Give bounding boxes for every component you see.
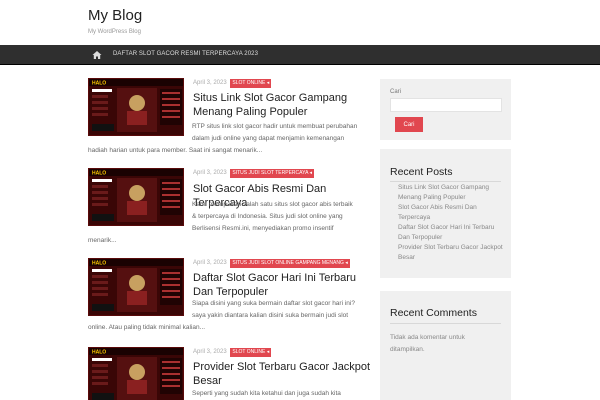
recent-comments-widget: Recent Comments Tidak ada komentar untuk…: [380, 291, 511, 400]
excerpt-line: Berlisensi Resmi.ini, menyediakan promo …: [192, 225, 334, 232]
excerpt-line: RTP situs link slot gacor hadir untuk me…: [192, 123, 358, 130]
divider: [390, 181, 501, 182]
excerpt-line: Siapa disini yang suka bermain daftar sl…: [192, 300, 355, 307]
excerpt-line: menarik...: [88, 237, 117, 244]
post-category-badge[interactable]: SLOT ONLINE ◂: [230, 348, 272, 357]
site-description: My WordPress Blog: [88, 29, 141, 35]
search-label: Cari: [390, 89, 402, 95]
post-date[interactable]: April 3, 2023: [193, 170, 227, 176]
home-icon[interactable]: [92, 50, 102, 60]
post-meta: April 3, 2023 SITUS JUDI SLOT ONLINE GAM…: [193, 259, 350, 268]
post-excerpt: Kami merupakan salah satu situs slot gac…: [88, 199, 368, 247]
no-comments-text: Tidak ada komentar untuk ditampilkan.: [390, 334, 465, 353]
excerpt-line: & terpercaya di Indonesia. Situs judi sl…: [192, 213, 343, 220]
post-title[interactable]: Daftar Slot Gacor Hari Ini Terbaru Dan T…: [193, 271, 373, 299]
main-navigation: DAFTAR SLOT GACOR RESMI TERPERCAYA 2023: [0, 45, 600, 65]
thumbnail-logo: HALO: [92, 350, 106, 356]
post-excerpt: RTP situs link slot gacor hadir untuk me…: [88, 121, 368, 157]
recent-comments-title: Recent Comments: [390, 307, 477, 319]
recent-posts-title: Recent Posts: [390, 166, 453, 178]
post-meta: April 3, 2023 SITUS JUDI SLOT TERPERCAYA…: [193, 169, 315, 178]
post-date[interactable]: April 3, 2023: [193, 260, 227, 266]
site-title[interactable]: My Blog: [88, 7, 142, 24]
recent-posts-widget: Recent Posts Situs Link Slot Gacor Gampa…: [380, 149, 511, 278]
excerpt-line: saya yakin diantara kalian disini suka b…: [192, 312, 349, 319]
post-date[interactable]: April 3, 2023: [193, 349, 227, 355]
thumbnail-logo: HALO: [92, 171, 106, 177]
excerpt-line: dalam judi online yang dapat menjamin ke…: [192, 135, 345, 142]
search-widget: Cari Cari: [380, 79, 511, 140]
post-category-badge[interactable]: SITUS JUDI SLOT ONLINE GAMPANG MENANG ◂: [230, 259, 350, 268]
excerpt-line: hadiah harian untuk para member. Saat in…: [88, 147, 263, 154]
post-category-badge[interactable]: SLOT ONLINE ◂: [230, 79, 272, 88]
recent-post-link[interactable]: Daftar Slot Gacor Hari Ini Terbaru Dan T…: [398, 223, 508, 242]
excerpt-line: Seperti yang sudah kita ketahui dan juga…: [192, 390, 341, 397]
recent-posts-list: Situs Link Slot Gacor Gampang Menang Pal…: [398, 183, 508, 263]
post-meta: April 3, 2023 SLOT ONLINE ◂: [193, 348, 272, 357]
post-category-badge[interactable]: SITUS JUDI SLOT TERPERCAYA ◂: [230, 169, 315, 178]
divider: [390, 323, 501, 324]
post-meta: April 3, 2023 SLOT ONLINE ◂: [193, 79, 272, 88]
recent-post-link[interactable]: Situs Link Slot Gacor Gampang Menang Pal…: [398, 183, 508, 202]
post-excerpt: Siapa disini yang suka bermain daftar sl…: [88, 298, 368, 334]
recent-post-link[interactable]: Provider Slot Terbaru Gacor Jackpot Besa…: [398, 243, 508, 262]
excerpt-line: online. Atau paling tidak minimal kalian…: [88, 324, 206, 331]
post-date[interactable]: April 3, 2023: [193, 80, 227, 86]
search-input[interactable]: [390, 98, 502, 112]
nav-link-daftar-slot[interactable]: DAFTAR SLOT GACOR RESMI TERPERCAYA 2023: [113, 51, 258, 57]
thumbnail-logo: HALO: [92, 261, 106, 267]
thumbnail-logo: HALO: [92, 81, 106, 87]
post-excerpt: Seperti yang sudah kita ketahui dan juga…: [88, 388, 368, 400]
post-title[interactable]: Situs Link Slot Gacor Gampang Menang Pal…: [193, 91, 373, 119]
search-button[interactable]: Cari: [395, 117, 423, 132]
excerpt-line: Kami merupakan salah satu situs slot gac…: [192, 201, 353, 208]
recent-post-link[interactable]: Slot Gacor Abis Resmi Dan Terpercaya: [398, 203, 508, 222]
post-title[interactable]: Provider Slot Terbaru Gacor Jackpot Besa…: [193, 360, 373, 388]
site-header: My Blog My WordPress Blog: [0, 0, 600, 45]
